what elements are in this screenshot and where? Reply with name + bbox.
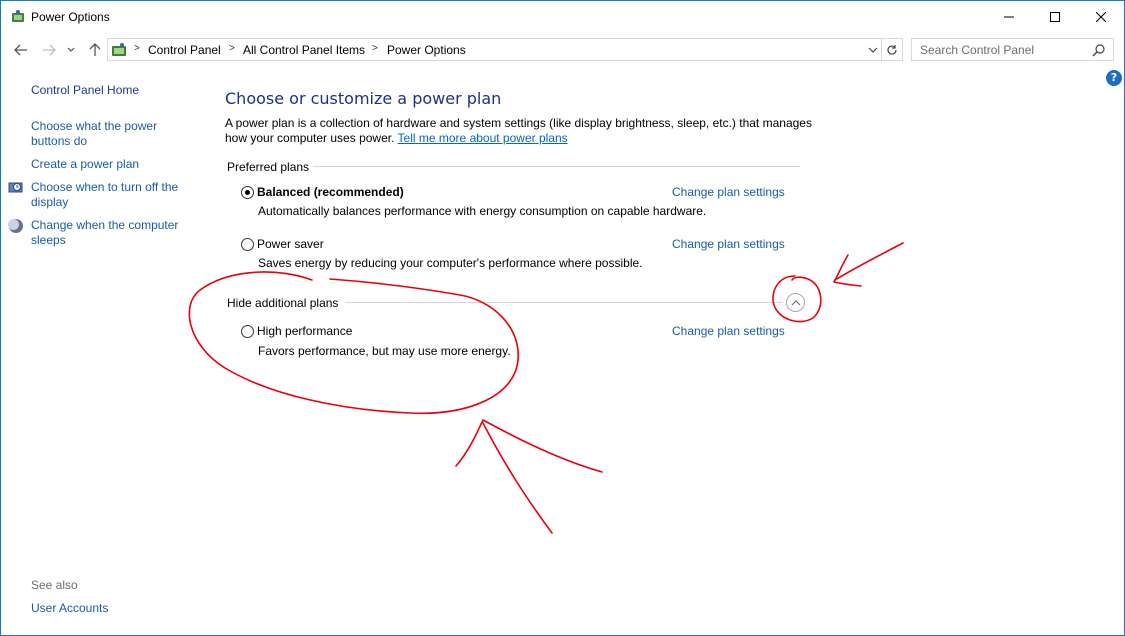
sidebar-item-label: buttons do [31,134,88,148]
search-box[interactable]: Search Control Panel [911,38,1114,61]
breadcrumb-separator: > [134,43,140,54]
monitor-clock-icon [8,182,23,193]
address-bar[interactable]: > Control Panel > All Control Panel Item… [107,38,882,61]
power-options-icon [12,10,24,22]
divider [345,302,783,303]
hide-additional-plans-heading[interactable]: Hide additional plans [227,296,338,310]
address-dropdown-icon[interactable] [866,43,880,57]
maximize-icon [1050,12,1060,22]
plan-name-balanced[interactable]: Balanced (recommended) [257,185,404,199]
chevron-up-icon [791,300,800,306]
collapse-additional-plans-button[interactable] [786,293,805,312]
breadcrumb-separator: > [372,43,378,54]
title-bar: Power Options [1,1,1124,33]
plan-desc-power-saver: Saves energy by reducing your computer's… [258,256,643,270]
change-plan-settings-balanced[interactable]: Change plan settings [672,185,785,199]
up-arrow-icon [89,43,101,56]
window-title: Power Options [31,10,110,24]
sidebar-item-user-accounts[interactable]: User Accounts [31,601,108,616]
search-input[interactable]: Search Control Panel [920,43,1034,57]
sidebar-item-label: Choose when to turn off the [31,180,179,194]
sidebar-item-display-off[interactable]: Choose when to turn off the display [31,180,178,210]
moon-icon [8,219,23,233]
sidebar-item-power-buttons[interactable]: Choose what the power buttons do [31,119,157,149]
refresh-button[interactable] [881,38,903,61]
up-button[interactable] [85,40,105,60]
plan-name-power-saver[interactable]: Power saver [257,237,324,251]
page-title: Choose or customize a power plan [225,89,502,108]
back-button[interactable] [11,40,31,60]
sidebar-item-create-plan[interactable]: Create a power plan [31,157,139,172]
control-panel-icon [112,43,126,56]
recent-locations-button[interactable] [64,40,78,60]
minimize-button[interactable] [986,1,1032,33]
sidebar-item-label: Choose what the power [31,119,158,133]
plan-name-high-performance[interactable]: High performance [257,324,352,338]
power-options-window: Power Options > Control Panel > All Cont… [0,0,1125,636]
forward-arrow-icon [43,44,56,56]
sidebar-item-label: display [31,195,69,209]
forward-button[interactable] [39,40,59,60]
preferred-plans-heading: Preferred plans [227,160,310,174]
radio-balanced[interactable] [241,186,254,199]
maximize-button[interactable] [1032,1,1078,33]
chevron-down-icon [67,47,75,52]
search-icon[interactable] [1092,43,1106,57]
plan-desc-high-performance: Favors performance, but may use more ene… [258,344,511,358]
change-plan-settings-high-performance[interactable]: Change plan settings [672,324,785,338]
breadcrumb-control-panel[interactable]: Control Panel [148,43,221,57]
sidebar-item-label: sleeps [31,233,66,247]
sidebar-item-label: Change when the computer [31,218,179,232]
close-icon [1096,12,1106,22]
change-plan-settings-power-saver[interactable]: Change plan settings [672,237,785,251]
help-button[interactable]: ? [1106,70,1122,86]
close-button[interactable] [1078,1,1124,33]
breadcrumb-power-options[interactable]: Power Options [387,43,466,57]
breadcrumb-separator: > [229,43,235,54]
radio-power-saver[interactable] [241,238,254,251]
tell-me-more-link[interactable]: Tell me more about power plans [398,131,568,145]
radio-high-performance[interactable] [241,325,254,338]
breadcrumb-all-items[interactable]: All Control Panel Items [243,43,365,57]
divider [313,166,800,167]
minimize-icon [1004,16,1014,18]
back-arrow-icon [14,44,27,56]
plan-desc-balanced: Automatically balances performance with … [258,204,707,218]
refresh-icon [887,44,897,55]
page-description: A power plan is a collection of hardware… [225,116,815,146]
sidebar-item-computer-sleeps[interactable]: Change when the computer sleeps [31,218,178,248]
see-also-heading: See also [31,578,78,592]
sidebar-item-control-panel-home[interactable]: Control Panel Home [31,83,139,98]
